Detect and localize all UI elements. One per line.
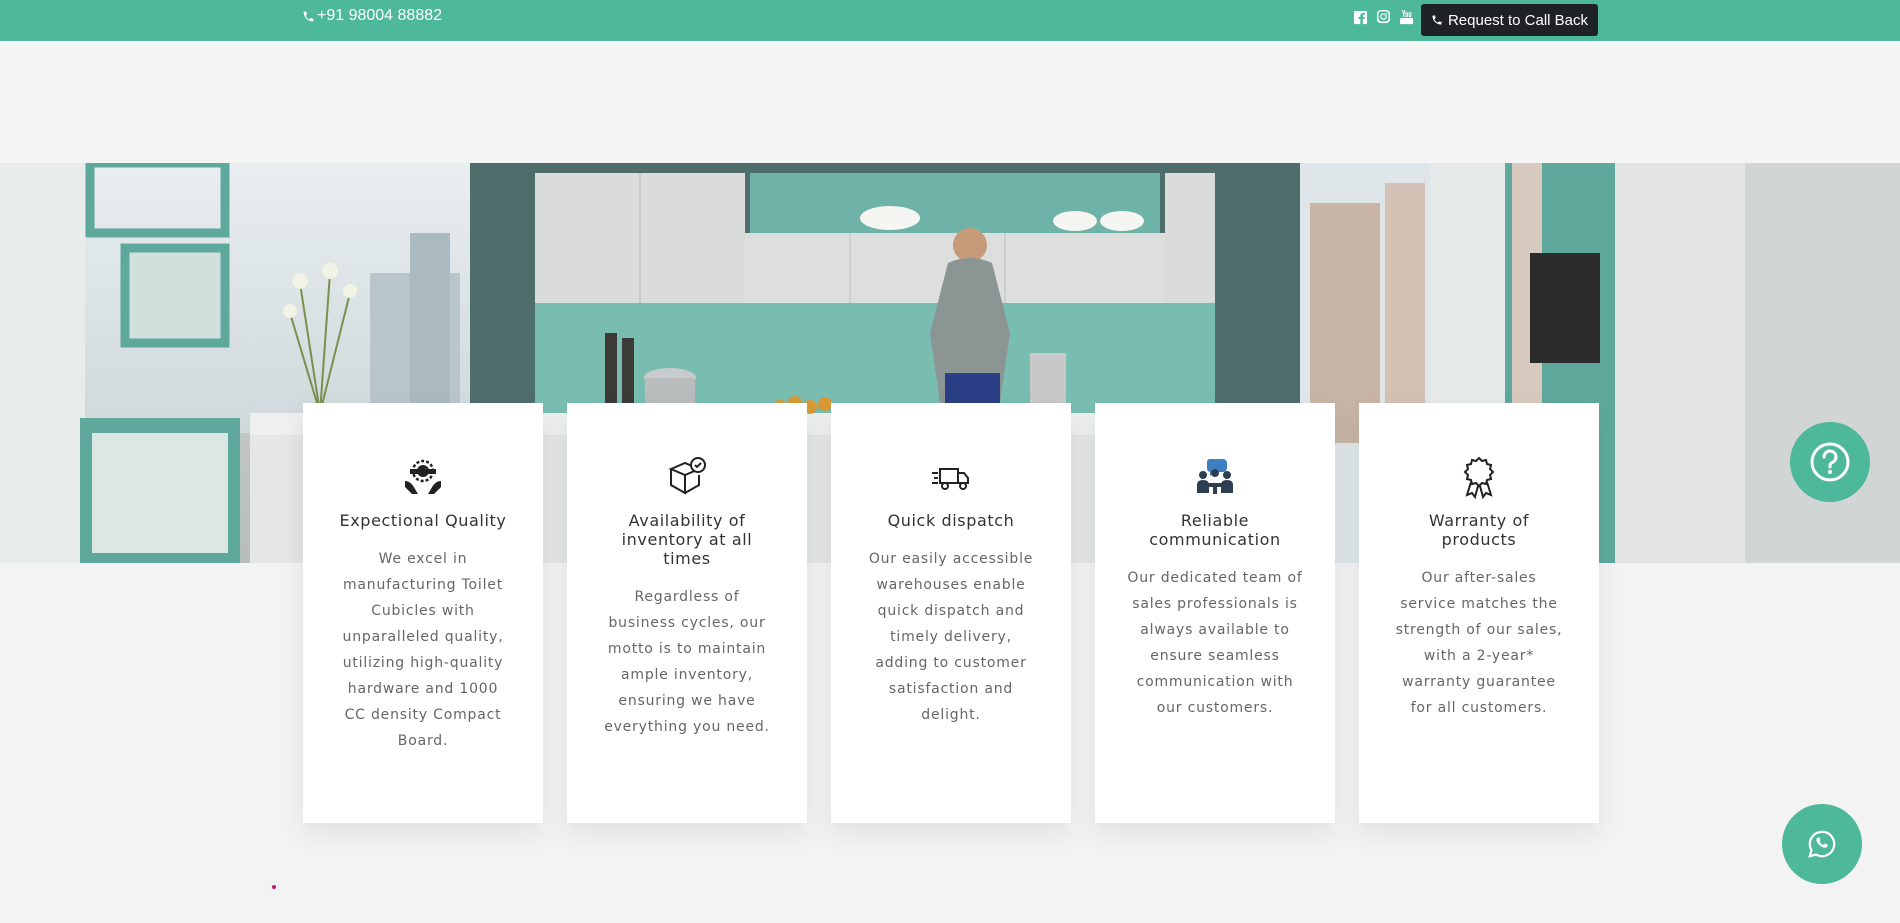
team-communication-icon bbox=[1197, 459, 1233, 494]
feature-title: Warranty of products bbox=[1428, 511, 1530, 549]
feature-title: Availability of inventory at all times bbox=[621, 511, 753, 568]
instagram-icon[interactable] bbox=[1376, 10, 1391, 25]
feature-title: Reliable communication bbox=[1149, 511, 1281, 549]
pink-dot bbox=[272, 885, 276, 889]
feature-text: Our easily accessible warehouses enable … bbox=[868, 551, 1034, 723]
top-bar: +91 98004 88882 Request to Call Back bbox=[0, 0, 1900, 41]
feature-card-communication: Reliable communication Our dedicated tea… bbox=[1095, 403, 1335, 823]
phone-icon bbox=[303, 11, 314, 21]
feature-title: Quick dispatch bbox=[887, 511, 1015, 530]
feature-title: Expectional Quality bbox=[339, 511, 507, 530]
whatsapp-icon bbox=[1808, 830, 1836, 858]
request-callback-button[interactable]: Request to Call Back bbox=[1421, 4, 1598, 36]
box-check-icon bbox=[668, 457, 706, 495]
feature-text: Our after-sales service matches the stre… bbox=[1395, 570, 1563, 716]
help-button[interactable] bbox=[1790, 422, 1870, 502]
phone-text: +91 98004 88882 bbox=[317, 7, 443, 24]
feature-card-warranty: Warranty of products Our after-sales ser… bbox=[1359, 403, 1599, 823]
youtube-icon[interactable] bbox=[1399, 10, 1414, 25]
phone-number[interactable]: +91 98004 88882 bbox=[302, 7, 442, 25]
question-icon bbox=[1810, 442, 1850, 482]
phone-icon bbox=[1432, 15, 1442, 25]
feature-text: Regardless of business cycles, our motto… bbox=[604, 589, 770, 735]
feature-text: Our dedicated team of sales professional… bbox=[1127, 570, 1303, 716]
warranty-badge-icon bbox=[1463, 456, 1495, 499]
request-callback-label: Request to Call Back bbox=[1447, 11, 1589, 29]
whatsapp-button[interactable] bbox=[1782, 804, 1862, 884]
delivery-truck-icon bbox=[932, 468, 969, 490]
feature-card-dispatch: Quick dispatch Our easily accessible war… bbox=[831, 403, 1071, 823]
social-links bbox=[1353, 10, 1414, 25]
quality-hands-icon bbox=[405, 459, 441, 494]
feature-card-inventory: Availability of inventory at all times R… bbox=[567, 403, 807, 823]
facebook-icon[interactable] bbox=[1353, 10, 1368, 25]
feature-text: We excel in manufacturing Toilet Cubicle… bbox=[342, 551, 504, 749]
feature-card-quality: Expectional Quality We excel in manufact… bbox=[303, 403, 543, 823]
